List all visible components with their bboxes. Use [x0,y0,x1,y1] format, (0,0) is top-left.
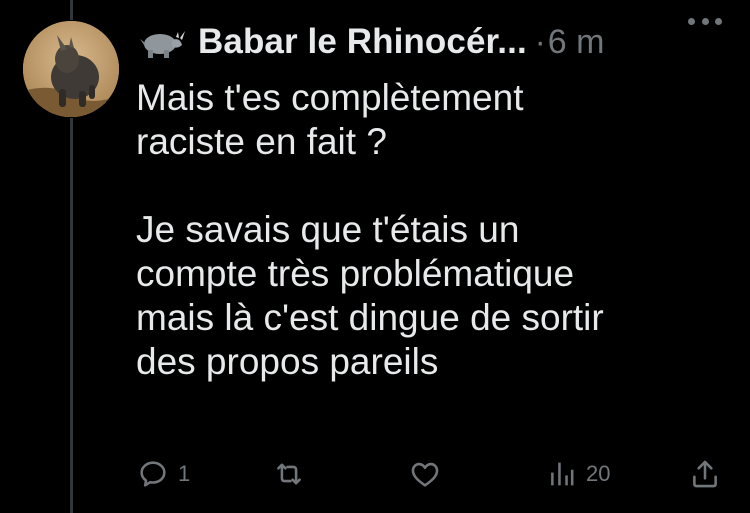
more-options-icon[interactable] [688,18,722,30]
retweet-button[interactable] [272,454,306,494]
thread-line [70,118,73,513]
tweet-actions: 1 20 [136,454,736,494]
rhino-avatar-image [23,21,119,117]
text-line: raciste en fait ? [136,121,387,162]
text-line: Mais t'es complètement [136,77,524,118]
views-count: 20 [586,461,611,486]
bar-chart-icon [551,462,574,486]
text-line: des propos pareils [136,341,439,382]
share-upload-icon [693,460,717,488]
tweet-header: Babar le Rhinocér... · 6 m [138,18,738,66]
text-line: Je savais que t'étais un [136,209,520,250]
retweet-icon [277,463,301,485]
share-button[interactable] [688,454,722,494]
text-line: mais là c'est dingue de sortir [136,297,604,338]
author-name[interactable]: Babar le Rhinocér... [198,22,527,62]
timestamp[interactable]: 6 m [548,23,605,62]
avatar[interactable] [23,21,119,117]
rhinoceros-emoji-icon [138,25,186,59]
text-line: compte très problématique [136,253,575,294]
views-button[interactable]: 20 [544,454,610,494]
speech-bubble-icon [140,461,166,487]
dot-separator: · [534,23,546,60]
thread-line-top [70,0,73,20]
like-button[interactable] [408,454,442,494]
reply-button[interactable]: 1 [136,454,190,494]
tweet-text: Mais t'es complètement raciste en fait ?… [136,76,736,384]
reply-count: 1 [178,461,191,486]
heart-icon [411,462,439,487]
